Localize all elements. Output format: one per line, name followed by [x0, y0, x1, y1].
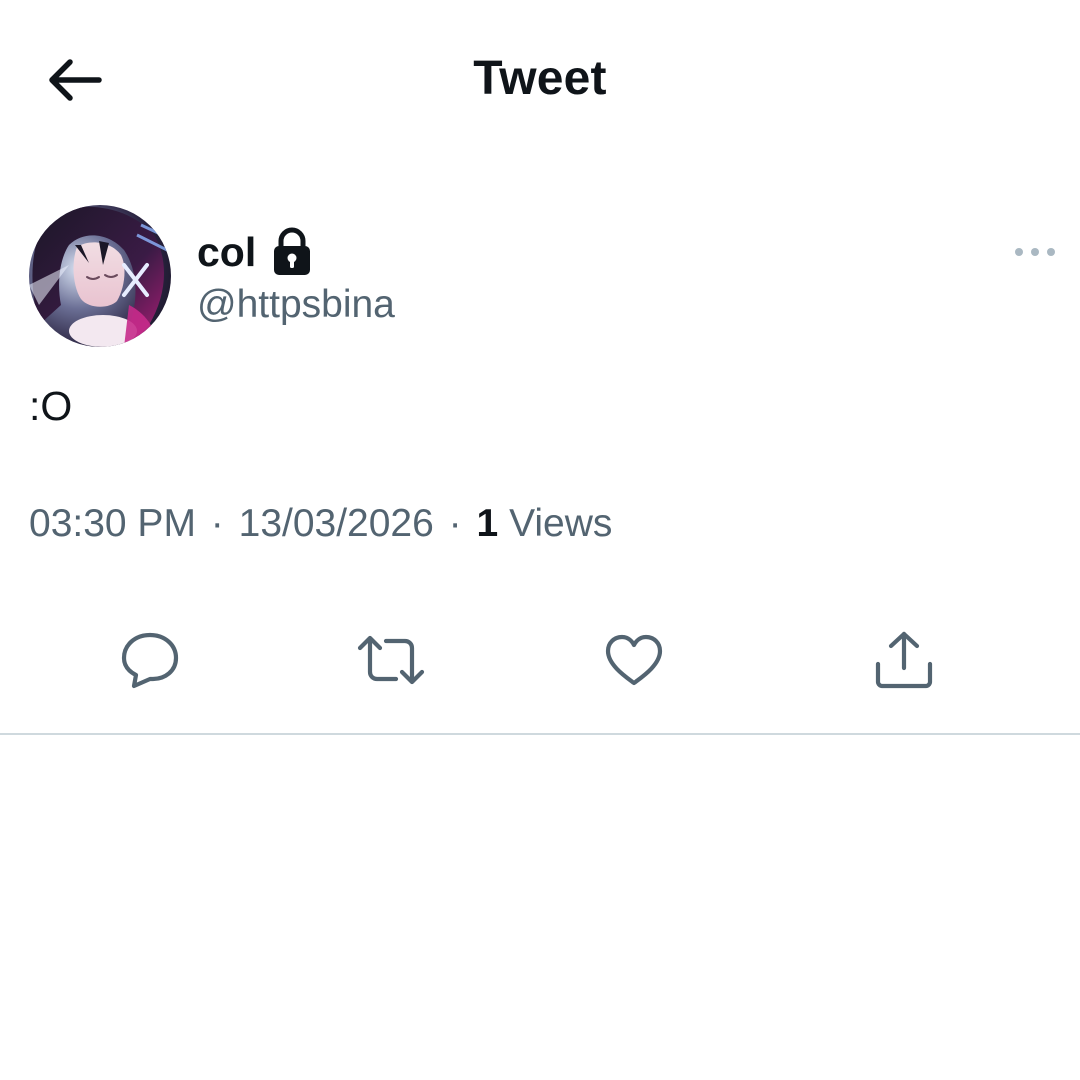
divider — [0, 733, 1080, 735]
top-bar: Tweet — [0, 0, 1080, 160]
tweet-text: :O — [29, 383, 73, 429]
page-title: Tweet — [473, 52, 607, 105]
lock-icon — [272, 227, 312, 277]
views-label: Views — [509, 502, 613, 545]
more-horizontal-icon — [1015, 248, 1055, 256]
retweet-icon — [357, 635, 425, 685]
like-button[interactable] — [594, 620, 674, 700]
avatar[interactable] — [29, 205, 171, 347]
tweet-metadata: 03:30 PM · 13/03/2026 · 1 Views — [29, 498, 612, 550]
reply-icon — [121, 632, 179, 689]
separator: · — [448, 502, 462, 545]
share-button[interactable] — [864, 620, 944, 700]
display-name[interactable]: col — [197, 226, 256, 278]
tweet-time[interactable]: 03:30 PM — [29, 502, 196, 545]
separator: · — [210, 502, 224, 545]
retweet-button[interactable] — [351, 620, 431, 700]
reply-button[interactable] — [110, 620, 190, 700]
user-name-row: col — [197, 224, 312, 280]
views-count: 1 — [476, 502, 499, 545]
share-icon — [875, 631, 933, 689]
user-handle[interactable]: @httpsbina — [197, 280, 395, 330]
tweet-date[interactable]: 13/03/2026 — [239, 502, 434, 545]
more-options-button[interactable] — [1005, 232, 1065, 272]
tweet-actions — [0, 620, 1080, 710]
heart-icon — [605, 634, 663, 686]
